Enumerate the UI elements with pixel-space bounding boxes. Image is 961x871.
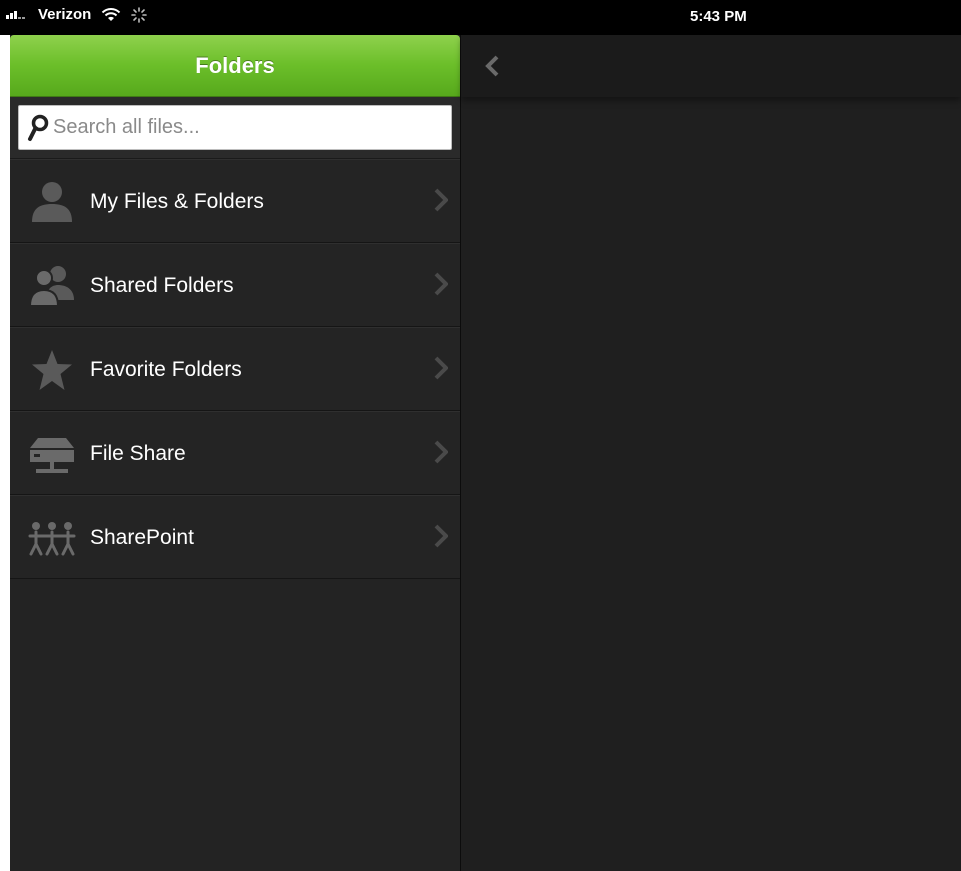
folders-header: Folders [10,35,460,97]
sidebar-item-label: File Share [90,442,186,465]
search-input[interactable] [53,107,433,148]
group-icon [28,266,74,307]
chevron-right-icon [434,356,448,380]
search-bar [10,97,460,159]
status-left: Verizon [6,6,148,23]
sidebar-item-label: My Files & Folders [90,190,264,213]
person-icon [32,182,72,222]
status-bar: Verizon 5:43 PM [0,0,961,35]
detail-panel [461,35,961,871]
sidebar-item-shared-folders[interactable]: Shared Folders [10,243,460,327]
left-edge [0,35,10,871]
app-screen: Verizon 5:43 PM Folders Search all files… [0,0,961,871]
activity-spinner-icon [131,6,148,23]
sharepoint-people-icon [28,522,76,556]
chevron-right-icon [434,524,448,548]
chevron-left-icon[interactable] [485,55,499,77]
sidebar-item-file-share[interactable]: File Share [10,411,460,495]
folders-panel: Folders My Files & Folders [10,35,460,871]
sidebar-item-favorite-folders[interactable]: Favorite Folders [10,327,460,411]
wifi-icon [102,7,121,21]
chevron-right-icon [434,272,448,296]
sidebar-item-label: SharePoint [90,526,194,549]
page-title: Folders [195,53,275,78]
search-icon [28,114,49,141]
star-icon [32,350,72,390]
sidebar-item-label: Shared Folders [90,274,234,297]
carrier-name: Verizon [38,6,92,23]
chevron-right-icon [434,440,448,464]
sidebar-item-sharepoint[interactable]: SharePoint [10,495,460,579]
sidebar-item-my-files[interactable]: My Files & Folders [10,159,460,243]
folder-menu-list: My Files & Folders Shared Folders Favori… [10,159,460,579]
chevron-right-icon [434,188,448,212]
status-time: 5:43 PM [690,8,747,25]
sidebar-item-label: Favorite Folders [90,358,242,381]
signal-strength-icon [6,8,34,22]
search-box[interactable] [18,105,452,150]
server-icon [30,438,74,473]
detail-toolbar [461,35,961,97]
